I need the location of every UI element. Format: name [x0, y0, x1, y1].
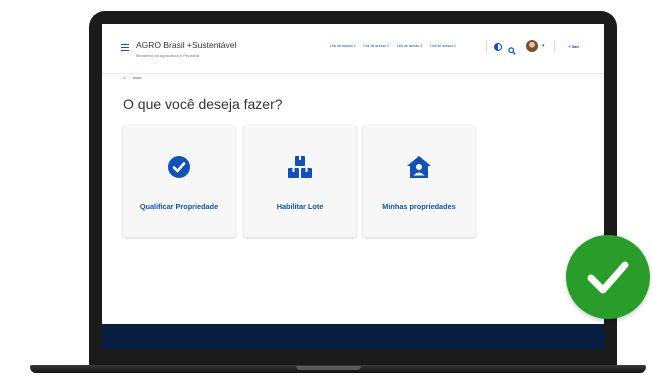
- header-divider-2: [554, 40, 555, 52]
- breadcrumb-home-link[interactable]: Início: [133, 76, 141, 80]
- top-header: AGRO Brasil +Sustentável Ministério da A…: [102, 24, 604, 74]
- card-qualificar-propriedade[interactable]: Qualificar Propriedade: [123, 125, 235, 237]
- checkmark-icon: [587, 261, 629, 294]
- card-label: Minhas propriedades: [382, 202, 456, 211]
- logout-icon: ⇥: [567, 44, 571, 49]
- contrast-icon[interactable]: [494, 43, 502, 51]
- boxes-icon: [287, 154, 313, 180]
- header-links: Link de acesso 1 Link de acesso 2 Link d…: [330, 44, 463, 48]
- card-habilitar-lote[interactable]: Habilitar Lote: [244, 125, 356, 237]
- breadcrumb: ⌂ / Início: [123, 75, 141, 81]
- search-icon[interactable]: [508, 42, 516, 55]
- success-badge: [566, 235, 650, 319]
- avatar[interactable]: [526, 40, 538, 52]
- check-circle-icon: [166, 154, 192, 180]
- footer: [102, 324, 604, 349]
- laptop-base-notch: [296, 366, 361, 370]
- logout-label: Sair: [571, 44, 580, 49]
- hamburger-menu-icon[interactable]: [121, 44, 129, 52]
- app-title: AGRO Brasil +Sustentável: [136, 40, 237, 50]
- logout-button[interactable]: ⇥ Sair: [567, 44, 579, 49]
- laptop-screen: AGRO Brasil +Sustentável Ministério da A…: [102, 24, 604, 349]
- header-link-2[interactable]: Link de acesso 2: [363, 44, 388, 48]
- breadcrumb-separator: /: [129, 76, 131, 80]
- card-label: Habilitar Lote: [276, 202, 324, 211]
- chevron-down-icon[interactable]: ▾: [542, 43, 545, 49]
- header-divider: [486, 40, 487, 52]
- app-subtitle: Ministério da Agricultura e Pecuária: [136, 53, 199, 58]
- card-minhas-propriedades[interactable]: Minhas propriedades: [363, 125, 475, 237]
- header-link-1[interactable]: Link de acesso 1: [330, 44, 355, 48]
- home-icon[interactable]: ⌂: [123, 75, 126, 81]
- header-link-4[interactable]: Link de acesso 4: [430, 44, 455, 48]
- house-user-icon: [406, 154, 432, 180]
- header-link-3[interactable]: Link de acesso 3: [397, 44, 422, 48]
- card-label: Qualificar Propriedade: [139, 202, 219, 211]
- page-title: O que você deseja fazer?: [123, 96, 283, 112]
